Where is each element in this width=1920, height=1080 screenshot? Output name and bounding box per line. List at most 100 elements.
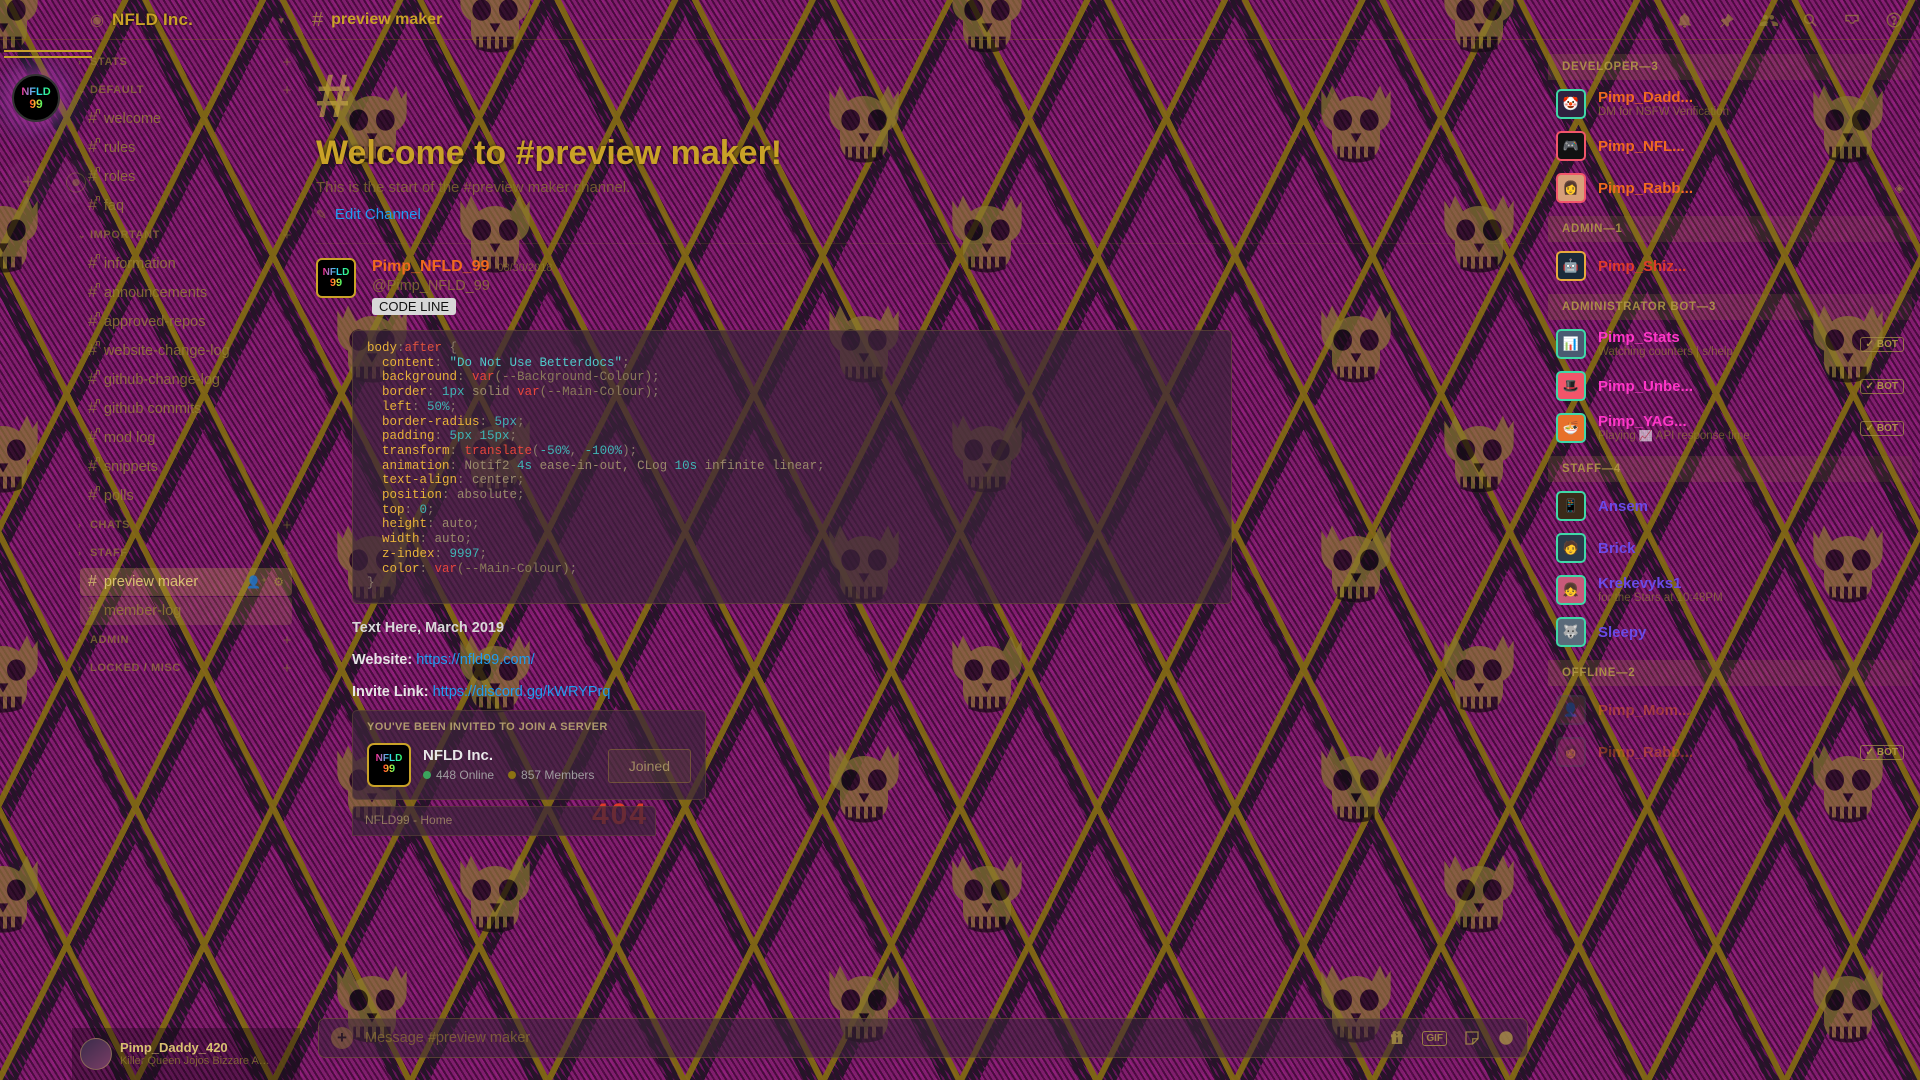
help-icon[interactable] xyxy=(1884,10,1904,30)
sidebar-channel-website-change-log[interactable]: # website-change-log xyxy=(80,337,292,365)
avatar[interactable]: 👩 xyxy=(1556,173,1586,203)
code-token: : xyxy=(457,473,473,488)
member-list-item[interactable]: 📊 Pimp_Stats Watching counters | s/help ✓ BO… xyxy=(1548,324,1912,364)
member-list-item[interactable]: 🧑 Brick xyxy=(1548,528,1912,568)
guild-settings-icon[interactable]: ◉ xyxy=(90,10,104,30)
code-block[interactable]: body:after { content: "Do Not Use Better… xyxy=(352,330,1232,604)
sidebar-category-important[interactable]: ⌄ IMPORTANT + xyxy=(72,221,300,249)
sidebar-channel-preview-maker[interactable]: # preview maker 👤⁺ ⚙ xyxy=(80,568,292,596)
add-channel-button[interactable]: + xyxy=(283,517,292,534)
member-list-item[interactable]: 🎩 Pimp_Unbe... ✓ BOT xyxy=(1548,366,1912,406)
sidebar-channel-mod-log[interactable]: # mod log xyxy=(80,424,292,452)
sidebar-channel-welcome[interactable]: # welcome xyxy=(80,105,292,133)
sidebar-category-staff[interactable]: › STAFF + xyxy=(72,539,300,567)
member-list-item[interactable]: 🎮 Pimp_NFL... xyxy=(1548,126,1912,166)
chevron-down-icon[interactable]: ▾ xyxy=(278,14,300,27)
website-link[interactable]: https://nfld99.com/ xyxy=(416,652,534,668)
message-author[interactable]: Pimp_NFLD_99 xyxy=(372,258,489,276)
member-name: Brick xyxy=(1598,539,1636,557)
member-list-item[interactable]: 🐺 Sleepy xyxy=(1548,612,1912,652)
sidebar-channel-rules[interactable]: # rules xyxy=(80,134,292,162)
member-list-item[interactable]: 👤 Pimp_Mom... xyxy=(1548,690,1912,730)
members-icon[interactable] xyxy=(1758,10,1778,30)
channel-settings-icon[interactable]: ⚙ xyxy=(273,575,284,589)
add-channel-button[interactable]: + xyxy=(283,54,292,71)
avatar[interactable]: 🐺 xyxy=(1556,617,1586,647)
avatar[interactable]: 👤 xyxy=(1556,695,1586,725)
sidebar-channel-faq[interactable]: # faq xyxy=(80,192,292,220)
avatar[interactable]: 📱 xyxy=(1556,491,1586,521)
attach-button[interactable]: + xyxy=(331,1027,353,1049)
avatar[interactable]: 👩 xyxy=(1556,737,1586,767)
channel-sidebar[interactable]: › STATS + ⌄ DEFAULT + # welcome # rules # roles # faq… xyxy=(72,40,300,1028)
invite-join-button[interactable]: Joined xyxy=(607,748,691,783)
composer-icons: GIF xyxy=(1388,1029,1515,1047)
avatar[interactable]: 🤡 xyxy=(1556,89,1586,119)
sidebar-category-locked-misc[interactable]: › LOCKED / MISC + xyxy=(72,654,300,682)
bell-icon[interactable] xyxy=(1674,10,1694,30)
avatar[interactable]: 🎮 xyxy=(1556,131,1586,161)
add-channel-button[interactable]: + xyxy=(283,227,292,244)
user-panel[interactable]: Pimp_Daddy_420 Killer Queen Jojos Bizzar… xyxy=(72,1028,300,1080)
avatar[interactable]: 🧑 xyxy=(1556,533,1586,563)
sidebar-channel-approved-repos[interactable]: # approved-repos xyxy=(80,308,292,336)
member-list-item[interactable]: 📱 Ansem xyxy=(1548,486,1912,526)
avatar[interactable]: 👧 xyxy=(1556,575,1586,605)
member-list-item[interactable]: 👧 Krekevyks1 for the Stars at 10:48PM xyxy=(1548,570,1912,610)
member-list[interactable]: DEVELOPER—3 🤡 Pimp_Dadd... DM for NSFW Veri… xyxy=(1540,40,1920,1080)
member-info: Sleepy xyxy=(1598,624,1904,641)
inbox-icon[interactable] xyxy=(1842,10,1862,30)
add-channel-button[interactable]: + xyxy=(283,82,292,99)
sidebar-channel-snippets[interactable]: # snippets xyxy=(80,453,292,481)
chat-area: # Welcome to #preview maker! This is the… xyxy=(300,40,1540,1080)
sidebar-channel-member-log[interactable]: # member-log xyxy=(80,597,292,625)
avatar[interactable]: NFLD 99 xyxy=(316,258,356,298)
pin-icon[interactable] xyxy=(1716,10,1736,30)
add-channel-button[interactable]: + xyxy=(283,660,292,677)
sidebar-category-admin[interactable]: › ADMIN + xyxy=(72,626,300,654)
avatar-line1: NFLD xyxy=(322,266,350,278)
sticker-icon[interactable] xyxy=(1463,1029,1481,1047)
sidebar-channel-polls[interactable]: # polls xyxy=(80,482,292,510)
sidebar-category-chats[interactable]: › CHATS + xyxy=(72,511,300,539)
add-channel-button[interactable]: + xyxy=(283,632,292,649)
explore-servers-button[interactable]: ⦿ xyxy=(54,160,98,204)
message-input[interactable] xyxy=(365,1030,1377,1046)
emoji-icon[interactable] xyxy=(1497,1029,1515,1047)
add-channel-button[interactable]: + xyxy=(283,545,292,562)
gif-icon[interactable]: GIF xyxy=(1422,1030,1447,1046)
sidebar-channel-github-change-log[interactable]: # github-change-log xyxy=(80,366,292,394)
secondary-embed[interactable]: NFLD99 - Home xyxy=(352,805,656,836)
member-list-item[interactable]: 🤖 Pimp_Shiz... xyxy=(1548,246,1912,286)
sidebar-channel-roles[interactable]: # roles xyxy=(80,163,292,191)
sidebar-channel-announcements[interactable]: # announcements xyxy=(80,279,292,307)
invite-server-icon: NFLD 99 xyxy=(367,742,411,787)
code-token: ; xyxy=(479,546,488,561)
member-list-item[interactable]: 🍜 Pimp_YAG... Playing 📈 API response time ✓… xyxy=(1548,408,1912,448)
avatar[interactable]: 🍜 xyxy=(1556,413,1586,443)
member-list-item[interactable]: 🤡 Pimp_Dadd... DM for NSFW Verification xyxy=(1548,84,1912,124)
sidebar-channel-label: welcome xyxy=(103,111,162,127)
sidebar-channel-label: snippets xyxy=(103,459,158,475)
invite-link[interactable]: https://discord.gg/kWRYPrq xyxy=(433,684,611,700)
add-server-button[interactable]: + xyxy=(6,160,50,204)
sidebar-category-default[interactable]: ⌄ DEFAULT + xyxy=(72,76,300,104)
member-list-item[interactable]: 👩 Pimp_Rabb... ◈ xyxy=(1548,168,1912,208)
avatar[interactable]: 🤖 xyxy=(1556,251,1586,281)
sidebar-channel-information[interactable]: # information xyxy=(80,250,292,278)
sidebar-category-stats[interactable]: › STATS + xyxy=(72,48,300,76)
avatar[interactable]: 📊 xyxy=(1556,329,1586,359)
code-token: : xyxy=(419,561,435,576)
gift-icon[interactable] xyxy=(1388,1029,1406,1047)
edit-channel-link[interactable]: ✎ Edit Channel xyxy=(316,206,1540,223)
hash-icon: # xyxy=(88,370,100,389)
search-icon[interactable] xyxy=(1800,10,1820,30)
invite-member-icon[interactable]: 👤⁺ xyxy=(246,575,267,589)
avatar[interactable] xyxy=(80,1038,112,1070)
guild-header[interactable]: ◉ NFLD Inc. ▾ xyxy=(0,0,300,40)
message-composer[interactable]: + GIF xyxy=(318,1018,1528,1058)
sidebar-channel-github-commits[interactable]: # github commits xyxy=(80,395,292,423)
server-icon-nfld[interactable]: NFLD 99 xyxy=(12,74,60,122)
avatar[interactable]: 🎩 xyxy=(1556,371,1586,401)
member-list-item[interactable]: 👩 Pimp_Rabb... ✓ BOT xyxy=(1548,732,1912,772)
